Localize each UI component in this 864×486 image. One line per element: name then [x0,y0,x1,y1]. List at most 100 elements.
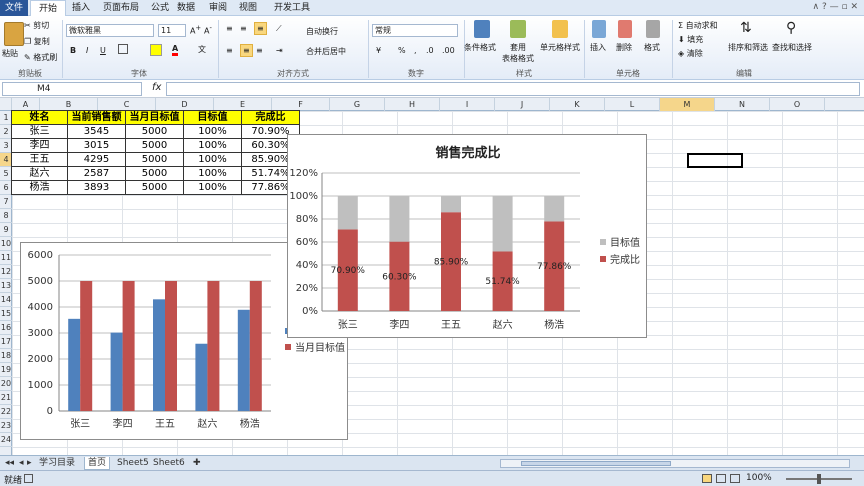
table-cell[interactable]: 5000 [125,166,184,181]
table-cell[interactable]: 3015 [67,138,126,153]
clear-button[interactable]: ◈ 清除 [678,48,703,59]
zoom-slider[interactable] [786,474,852,484]
font-name-select[interactable]: 微软雅黑 [66,24,154,37]
formula-input[interactable] [166,82,860,96]
sheet-nav-first[interactable]: ◂◂ [2,457,17,470]
name-box[interactable]: M4 [2,82,142,96]
find-select-button[interactable]: 查找和选择 [772,42,812,53]
font-color-button[interactable]: A [172,44,179,56]
row-header-14[interactable]: 14 [0,293,12,307]
increase-decimal-button[interactable]: .0 [426,46,434,55]
column-header-L[interactable]: L [605,98,660,111]
wrap-text-button[interactable]: 自动换行 [306,26,338,37]
table-cell[interactable]: 5000 [125,124,184,139]
column-header-H[interactable]: H [385,98,440,111]
sheet-tab-sheet6[interactable]: Sheet6 [150,457,188,470]
column-header-J[interactable]: J [495,98,550,111]
sort-filter-button[interactable]: 排序和筛选 [728,42,768,53]
indent-button[interactable]: ⇥ [276,46,283,55]
window-controls[interactable]: ∧ ? — ▫ ✕ [813,2,858,12]
sheet-tab-study-index[interactable]: 学习目录 [36,457,78,470]
row-header-10[interactable]: 10 [0,237,12,251]
table-cell[interactable]: 5000 [125,152,184,167]
table-cell[interactable]: 100% [183,166,242,181]
table-cell[interactable]: 100% [183,152,242,167]
active-cell[interactable] [687,153,743,168]
orientation-button[interactable]: ⟋ [276,24,282,34]
paste-button[interactable]: 粘贴 [2,48,18,59]
macro-record-icon[interactable] [24,474,33,483]
row-header-15[interactable]: 15 [0,307,12,321]
underline-button[interactable]: U [100,46,106,55]
row-header-16[interactable]: 16 [0,321,12,335]
table-cell[interactable]: 100% [183,138,242,153]
paste-icon[interactable] [4,22,24,46]
row-header-22[interactable]: 22 [0,405,12,419]
horizontal-scrollbar[interactable] [500,459,850,468]
column-header-G[interactable]: G [330,98,385,111]
align-right-button[interactable]: ≡ [256,46,263,55]
zoom-level[interactable]: 100% [746,473,772,483]
row-header-7[interactable]: 7 [0,195,12,209]
delete-button[interactable]: 删除 [616,42,632,53]
column-header-K[interactable]: K [550,98,605,111]
table-cell[interactable]: 100% [183,180,242,195]
insert-button[interactable]: 插入 [590,42,606,53]
function-icon[interactable]: fx [152,82,161,93]
row-header-23[interactable]: 23 [0,419,12,433]
align-middle-button[interactable]: ≡ [240,24,247,33]
row-header-12[interactable]: 12 [0,265,12,279]
page-break-icon[interactable] [730,474,740,483]
menu-tab-5[interactable]: 数据 [174,0,198,16]
table-cell[interactable]: 3545 [67,124,126,139]
menu-tab-0[interactable]: 文件 [0,0,28,16]
cell-style-button[interactable]: 单元格样式 [540,42,580,53]
table-cell[interactable]: 5000 [125,138,184,153]
currency-button[interactable]: ¥ [376,46,381,55]
column-header-M[interactable]: M [660,98,715,111]
table-cell[interactable]: 杨浩 [11,180,68,195]
table-format-button[interactable]: 套用 表格格式 [500,42,536,64]
percent-button[interactable]: % [398,46,406,55]
row-header-20[interactable]: 20 [0,377,12,391]
bold-button[interactable]: B [70,46,76,55]
shrink-font-button[interactable]: A- [204,24,212,36]
page-layout-icon[interactable] [716,474,726,483]
decrease-decimal-button[interactable]: .00 [442,46,455,55]
table-cell[interactable]: 李四 [11,138,68,153]
table-cell[interactable]: 张三 [11,124,68,139]
grow-font-button[interactable]: A+ [190,24,201,36]
table-cell[interactable]: 王五 [11,152,68,167]
row-header-24[interactable]: 24 [0,433,12,447]
normal-view-icon[interactable] [702,474,712,483]
merge-center-button[interactable]: 合并后居中 [306,46,346,57]
border-button[interactable] [118,44,128,54]
row-header-8[interactable]: 8 [0,209,12,223]
column-header-N[interactable]: N [715,98,770,111]
menu-tab-2[interactable]: 插入 [68,0,94,16]
align-bottom-button[interactable]: ≡ [254,22,267,35]
row-header-17[interactable]: 17 [0,335,12,349]
row-header-9[interactable]: 9 [0,223,12,237]
row-header-11[interactable]: 11 [0,251,12,265]
new-sheet-icon[interactable]: ✚ [190,457,204,470]
completion-ratio-chart[interactable]: 销售完成比 0% 20% 40% 60% 80% 100% 120% 70.90% 张三 60.30… [287,134,647,338]
table-cell[interactable]: 4295 [67,152,126,167]
copy-button[interactable]: ❐ 复制 [24,36,50,47]
align-center-button[interactable]: ≡ [240,44,253,57]
menu-tab-7[interactable]: 视图 [236,0,260,16]
format-painter-button[interactable]: ✎ 格式刷 [24,52,57,63]
cut-button[interactable]: ✂ 剪切 [24,20,49,31]
column-header-O[interactable]: O [770,98,825,111]
sheet-tab-sheet5[interactable]: Sheet5 [114,457,152,470]
menu-tab-4[interactable]: 公式 [148,0,172,16]
table-cell[interactable]: 2587 [67,166,126,181]
menu-tab-8[interactable]: 开发工具 [270,0,314,16]
row-header-19[interactable]: 19 [0,363,12,377]
scrollbar-thumb[interactable] [521,461,671,466]
fill-color-button[interactable] [150,44,162,56]
column-header-I[interactable]: I [440,98,495,111]
table-cell[interactable]: 3893 [67,180,126,195]
table-cell[interactable]: 5000 [125,180,184,195]
phonetic-button[interactable]: 文 [198,44,206,55]
